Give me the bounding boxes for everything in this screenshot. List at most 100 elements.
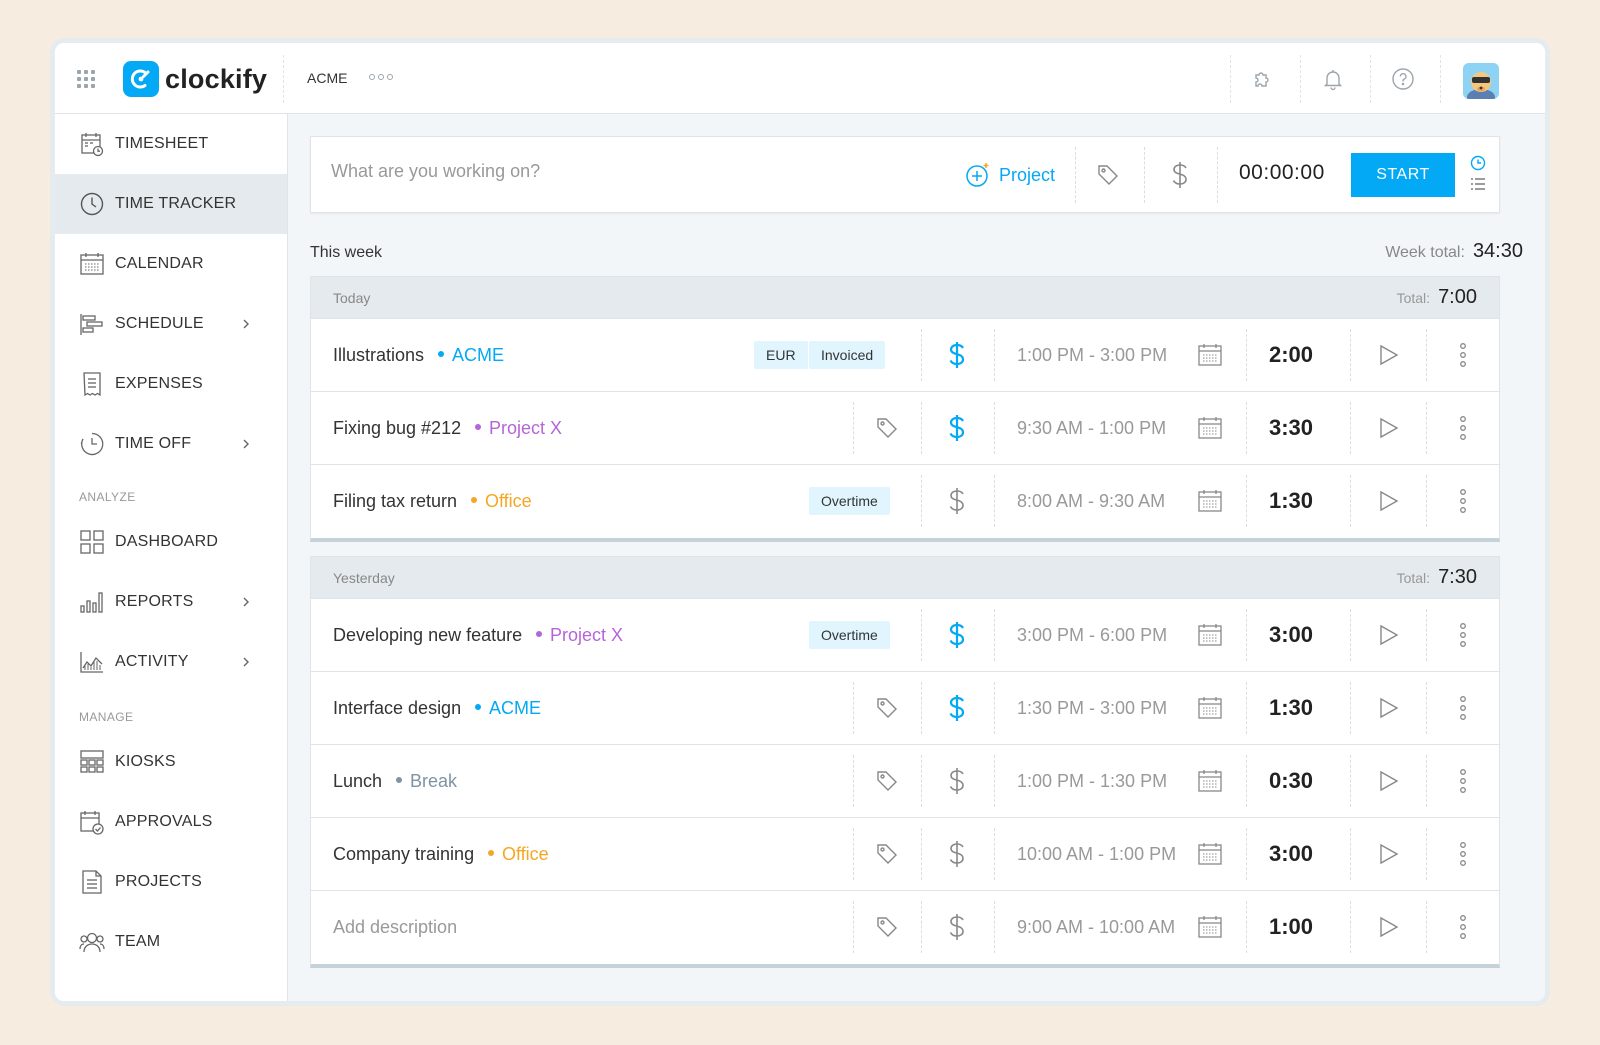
billable-dollar-icon[interactable] [948,766,966,801]
entry-project[interactable]: Office [488,844,549,865]
workspace-menu-icon[interactable] [369,74,393,80]
entry-project[interactable]: ACME [475,698,541,719]
apps-grid-icon[interactable] [77,70,95,88]
play-icon[interactable] [1376,915,1400,944]
billable-dollar-icon[interactable] [948,620,966,655]
description-input[interactable] [331,161,931,182]
sidebar-item-time-off[interactable]: TIME OFF [55,414,287,474]
sidebar-item-projects[interactable]: PROJECTS [55,852,287,912]
entry-description[interactable]: Lunch [333,771,382,792]
more-options-icon[interactable] [1459,695,1467,726]
play-icon[interactable] [1376,696,1400,725]
billable-dollar-icon[interactable] [948,693,966,728]
entry-duration[interactable]: 2:00 [1269,342,1313,368]
sidebar-item-reports[interactable]: REPORTS [55,572,287,632]
timer-clock[interactable]: 00:00:00 [1239,161,1325,185]
timer-mode-toggle[interactable] [1469,155,1487,197]
play-icon[interactable] [1376,489,1400,518]
calendar-icon[interactable] [1197,695,1223,726]
bell-icon[interactable] [1321,67,1345,91]
play-icon[interactable] [1376,842,1400,871]
calendar-icon[interactable] [1197,622,1223,653]
entry-tag-chip[interactable]: Overtime [809,487,890,515]
entry-duration[interactable]: 1:00 [1269,914,1313,940]
calendar-icon[interactable] [1197,768,1223,799]
entry-description[interactable]: Illustrations [333,345,424,366]
entry-description[interactable]: Fixing bug #212 [333,418,461,439]
billable-dollar-icon[interactable] [1171,161,1189,194]
tag-icon[interactable] [876,770,898,797]
sidebar-item-team[interactable]: TEAM [55,912,287,972]
sidebar-item-kiosks[interactable]: KIOSKS [55,732,287,792]
more-options-icon[interactable] [1459,914,1467,945]
entry-description[interactable]: Add description [333,917,457,938]
entry-project[interactable]: Project X [536,625,623,646]
billable-dollar-icon[interactable] [948,486,966,521]
entry-time-range[interactable]: 8:00 AM - 9:30 AM [1017,491,1165,512]
entry-duration[interactable]: 0:30 [1269,768,1313,794]
calendar-icon[interactable] [1197,488,1223,519]
sidebar-item-approvals[interactable]: APPROVALS [55,792,287,852]
more-options-icon[interactable] [1459,622,1467,653]
entry-tag-chip[interactable]: Invoiced [809,341,886,369]
more-options-icon[interactable] [1459,768,1467,799]
entry-time-range[interactable]: 1:30 PM - 3:00 PM [1017,698,1167,719]
entry-duration[interactable]: 3:00 [1269,622,1313,648]
tag-icon[interactable] [1097,164,1119,191]
entry-description[interactable]: Interface design [333,698,461,719]
entry-duration[interactable]: 1:30 [1269,695,1313,721]
project-picker-button[interactable]: Project [965,161,1055,189]
entry-project[interactable]: Project X [475,418,562,439]
play-icon[interactable] [1376,769,1400,798]
sidebar-item-dashboard[interactable]: DASHBOARD [55,512,287,572]
sidebar-item-time-tracker[interactable]: TIME TRACKER [55,174,287,234]
play-icon[interactable] [1376,416,1400,445]
entry-time-range[interactable]: 10:00 AM - 1:00 PM [1017,844,1176,865]
help-icon[interactable] [1391,67,1415,91]
more-options-icon[interactable] [1459,342,1467,373]
sidebar-item-activity[interactable]: ACTIVITY [55,632,287,692]
start-button[interactable]: START [1351,153,1455,197]
more-options-icon[interactable] [1459,841,1467,872]
entry-time-range[interactable]: 1:00 PM - 1:30 PM [1017,771,1167,792]
billable-dollar-icon[interactable] [948,912,966,947]
entry-duration[interactable]: 1:30 [1269,488,1313,514]
calendar-icon[interactable] [1197,914,1223,945]
sidebar-item-timesheet[interactable]: TIMESHEET [55,114,287,174]
more-options-icon[interactable] [1459,488,1467,519]
tag-icon[interactable] [876,417,898,444]
calendar-icon[interactable] [1197,342,1223,373]
sidebar-item-calendar[interactable]: CALENDAR [55,234,287,294]
entry-time-range[interactable]: 3:00 PM - 6:00 PM [1017,625,1167,646]
calendar-icon[interactable] [1197,415,1223,446]
workspace-name[interactable]: ACME [307,70,347,86]
entry-time-range[interactable]: 1:00 PM - 3:00 PM [1017,345,1167,366]
entry-project[interactable]: Office [471,491,532,512]
tag-icon[interactable] [876,843,898,870]
calendar-icon[interactable] [1197,841,1223,872]
play-icon[interactable] [1376,623,1400,652]
entry-project[interactable]: Break [396,771,457,792]
entry-description[interactable]: Company training [333,844,474,865]
entry-project[interactable]: ACME [438,345,504,366]
billable-dollar-icon[interactable] [948,413,966,448]
puzzle-icon[interactable] [1251,67,1275,91]
entry-description[interactable]: Developing new feature [333,625,522,646]
entry-time-range[interactable]: 9:30 AM - 1:00 PM [1017,418,1166,439]
entry-tag-chip[interactable]: Overtime [809,621,890,649]
user-avatar[interactable] [1463,63,1499,99]
entry-duration[interactable]: 3:00 [1269,841,1313,867]
sidebar-item-expenses[interactable]: EXPENSES [55,354,287,414]
billable-dollar-icon[interactable] [948,340,966,375]
more-options-icon[interactable] [1459,415,1467,446]
tag-icon[interactable] [876,697,898,724]
entry-time-range[interactable]: 9:00 AM - 10:00 AM [1017,917,1175,938]
clockify-logo[interactable]: clockify [123,61,267,97]
sidebar-item-schedule[interactable]: SCHEDULE [55,294,287,354]
entry-description[interactable]: Filing tax return [333,491,457,512]
tag-icon[interactable] [876,916,898,943]
entry-duration[interactable]: 3:30 [1269,415,1313,441]
play-icon[interactable] [1376,343,1400,372]
entry-tag-chip[interactable]: EUR [754,341,808,369]
billable-dollar-icon[interactable] [948,839,966,874]
